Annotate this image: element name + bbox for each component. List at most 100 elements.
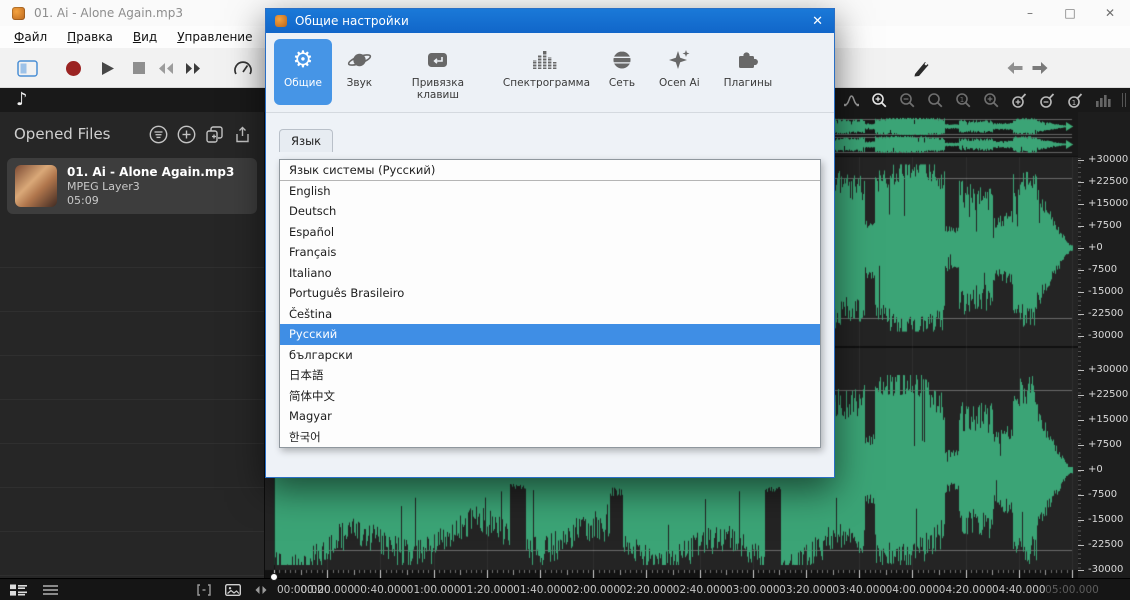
export-file-icon[interactable] [233, 125, 252, 144]
dialog-close-icon[interactable]: ✕ [801, 14, 834, 29]
language-option[interactable]: Français [280, 242, 820, 263]
menu-item-2[interactable]: Вид [123, 28, 167, 46]
globe-icon [610, 46, 634, 74]
vertical-zoom-in-icon[interactable] [1011, 92, 1028, 109]
settings-tab-spectrogram[interactable]: Спектрограмма [493, 39, 595, 105]
language-option[interactable]: English [280, 181, 820, 202]
fast-forward-button[interactable] [178, 48, 208, 88]
timeline-label: 03:20.000 [779, 584, 833, 596]
sidebar-toggle-icon[interactable] [12, 48, 42, 88]
scale-tick [1078, 160, 1084, 161]
scale-tick [1078, 370, 1084, 371]
zoom-fit-icon[interactable] [927, 92, 944, 109]
settings-tab-globe[interactable]: Сеть [599, 39, 645, 105]
record-button[interactable] [58, 48, 88, 88]
playback-speed-icon[interactable] [228, 48, 258, 88]
language-option[interactable]: Čeština [280, 304, 820, 325]
settings-tab-planet[interactable]: Звук [336, 39, 383, 105]
gear-icon: ⚙ [293, 46, 314, 74]
thumbnails-icon[interactable] [225, 584, 241, 596]
duplicate-file-icon[interactable] [205, 125, 224, 144]
navigate-back-icon[interactable] [1003, 48, 1027, 88]
scale-tick [1078, 520, 1084, 521]
settings-tab-puzzle[interactable]: Плагины [714, 39, 783, 105]
dialog-app-icon [275, 15, 287, 27]
music-note-icon[interactable]: ♪ [16, 89, 28, 111]
language-option[interactable]: 한국어 [280, 427, 820, 448]
file-list-item[interactable]: 01. Ai - Alone Again.mp3 MPEG Layer3 05:… [7, 158, 257, 214]
album-art [15, 165, 57, 207]
scale-label-ch2: -15000 [1088, 514, 1123, 525]
add-file-icon[interactable] [177, 125, 196, 144]
scale-label-ch1: +7500 [1088, 220, 1122, 231]
menu-item-3[interactable]: Управление [167, 28, 262, 46]
timeline-label: 01:00.000 [407, 584, 461, 596]
language-option[interactable]: Español [280, 222, 820, 243]
amplitude-ticks [1078, 158, 1081, 570]
play-button[interactable] [92, 48, 122, 88]
rewind-button[interactable] [150, 48, 180, 88]
view-details-icon[interactable] [10, 584, 27, 596]
envelope-tool-icon[interactable] [843, 93, 860, 108]
maximize-icon[interactable]: □ [1050, 0, 1090, 26]
selection-brackets-icon[interactable] [196, 584, 212, 596]
scale-label-ch2: -7500 [1088, 489, 1117, 500]
timeline-label: 00:40.000 [354, 584, 408, 596]
language-option[interactable]: Deutsch [280, 201, 820, 222]
vertical-zoom-fit-icon[interactable]: 1 [1067, 92, 1084, 109]
view-list-icon[interactable] [43, 585, 58, 595]
close-icon[interactable]: ✕ [1090, 0, 1130, 26]
minimize-icon[interactable]: – [1010, 0, 1050, 26]
scale-label-ch2: +15000 [1088, 414, 1128, 425]
settings-tab-gear[interactable]: ⚙ Общие [274, 39, 332, 105]
settings-dialog: Общие настройки ✕ ⚙ Общие Звук Привязка … [265, 8, 835, 478]
collapse-panels-icon[interactable] [254, 585, 268, 595]
menu-item-1[interactable]: Правка [57, 28, 123, 46]
scale-label-ch1: -22500 [1088, 308, 1123, 319]
settings-tab-enter-key[interactable]: Привязка клавиш [387, 39, 489, 105]
timeline-label: 01:40.000 [513, 584, 567, 596]
toolbar-grip[interactable] [1122, 93, 1126, 107]
levels-icon[interactable] [1095, 93, 1111, 107]
timeline-label: 04:00.000 [886, 584, 940, 596]
timeline-label: 01:20.000 [460, 584, 514, 596]
svg-text:1: 1 [1072, 99, 1076, 107]
scale-tick [1078, 395, 1084, 396]
scale-label-ch1: +22500 [1088, 176, 1128, 187]
scale-label-ch1: +30000 [1088, 154, 1128, 165]
language-option[interactable]: 日本語 [280, 365, 820, 386]
vertical-zoom-out-icon[interactable] [1039, 92, 1056, 109]
dialog-titlebar[interactable]: Общие настройки ✕ [266, 9, 834, 33]
zoom-in-icon[interactable] [871, 92, 888, 109]
language-option[interactable]: 简体中文 [280, 386, 820, 407]
language-option[interactable]: Язык системы (Русский) [280, 160, 820, 181]
language-option[interactable]: български [280, 345, 820, 366]
amplitude-scale: +30000 +22500 +15000 +7500 +0 -7500 -15000 -225… [1078, 112, 1130, 578]
pen-tool-icon[interactable] [908, 48, 934, 88]
zoom-one-to-one-icon[interactable]: 1 [955, 92, 972, 109]
settings-tab-bar: ⚙ Общие Звук Привязка клавиш Спектрограм… [266, 33, 834, 113]
language-option[interactable]: Italiano [280, 263, 820, 284]
language-option[interactable]: Português Brasileiro [280, 283, 820, 304]
scale-label-ch1: +0 [1088, 242, 1103, 253]
filter-icon[interactable] [149, 125, 168, 144]
tab-language[interactable]: Язык [279, 129, 333, 152]
zoom-selection-icon[interactable] [983, 92, 1000, 109]
timeline-label: 02:40.000 [673, 584, 727, 596]
timeline-label: 00:20.000 [300, 584, 354, 596]
sparkle-icon [667, 46, 692, 74]
scale-label-ch2: -30000 [1088, 564, 1123, 575]
status-bar: 00:00.00000:20.00000:40.00001:00.00001:2… [0, 578, 1130, 600]
window-title: 01. Ai - Alone Again.mp3 [34, 6, 183, 20]
menu-item-0[interactable]: Файл [4, 28, 57, 46]
language-option[interactable]: Русский [280, 324, 820, 345]
zoom-out-icon[interactable] [899, 92, 916, 109]
scale-tick [1078, 292, 1084, 293]
settings-tab-sparkle[interactable]: Ocen Ai [649, 39, 710, 105]
language-option[interactable]: Magyar [280, 406, 820, 427]
scale-label-ch1: +15000 [1088, 198, 1128, 209]
playhead-pin[interactable] [270, 573, 278, 581]
navigate-forward-icon[interactable] [1028, 48, 1052, 88]
scale-tick [1078, 545, 1084, 546]
scale-tick [1078, 226, 1084, 227]
